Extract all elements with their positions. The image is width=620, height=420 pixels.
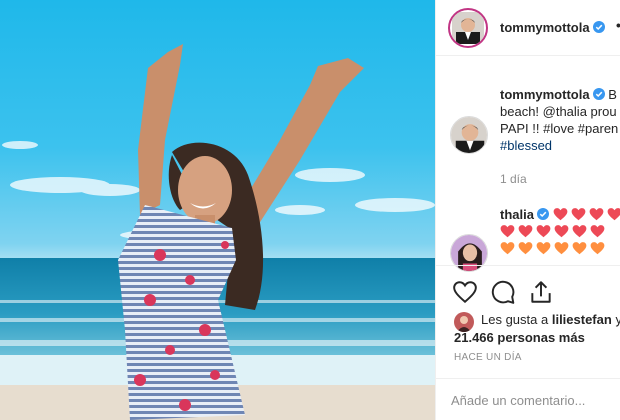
verified-badge-icon bbox=[592, 21, 605, 33]
add-comment-input[interactable] bbox=[451, 389, 620, 411]
caption-username[interactable]: tommymottola bbox=[500, 87, 590, 102]
heart-emoji-icon bbox=[500, 225, 515, 238]
caption-line-2: beach! @thalia prou bbox=[500, 104, 617, 119]
verified-badge-icon bbox=[536, 208, 549, 220]
post-photo[interactable] bbox=[0, 0, 435, 420]
caption-line-4[interactable]: #blessed bbox=[500, 138, 552, 153]
speech-bubble-icon[interactable] bbox=[490, 279, 516, 305]
reply-text: thalia bbox=[500, 206, 620, 257]
reply-username[interactable]: thalia bbox=[500, 207, 534, 222]
heart-emoji-icon bbox=[554, 242, 569, 255]
caption-line-3: PAPI !! #love #paren bbox=[500, 121, 619, 136]
more-separator: • bbox=[616, 17, 620, 33]
heart-emoji-icon bbox=[590, 225, 605, 238]
add-comment-area bbox=[436, 378, 620, 420]
post-side-panel: tommymottola • tommymottola B beach! @th… bbox=[435, 0, 620, 420]
caption-text: tommymottola B beach! @thalia prou PAPI … bbox=[500, 86, 618, 154]
author-username-text[interactable]: tommymottola bbox=[500, 20, 590, 35]
heart-emoji-icon bbox=[536, 225, 551, 238]
heart-emoji-icon bbox=[536, 242, 551, 255]
likes-section: Les gusta a liliestefan y 21.466 persona… bbox=[436, 308, 620, 348]
post-date: HACE UN DÍA bbox=[454, 352, 522, 363]
heart-emoji-icon bbox=[553, 208, 567, 221]
likes-count[interactable]: 21.466 personas más bbox=[454, 330, 585, 345]
heart-emoji-icon bbox=[572, 225, 587, 238]
caption-author-avatar[interactable] bbox=[450, 116, 488, 154]
heart-emoji-icon bbox=[571, 208, 585, 221]
heart-emoji-icon bbox=[500, 242, 515, 255]
heart-emoji-icon bbox=[590, 242, 605, 255]
heart-outline-icon[interactable] bbox=[452, 279, 478, 305]
heart-emoji-icon bbox=[607, 208, 620, 221]
caption-time-ago: 1 día bbox=[500, 172, 527, 186]
caption-line-1: B bbox=[608, 87, 617, 102]
liked-by-text: Les gusta a liliestefan y bbox=[481, 312, 620, 327]
liked-by-suffix: y bbox=[615, 312, 620, 327]
heart-emoji-icon bbox=[518, 242, 533, 255]
caption-comment: tommymottola B beach! @thalia prou PAPI … bbox=[436, 80, 620, 186]
liked-by-prefix: Les gusta a bbox=[481, 312, 549, 327]
share-upload-icon[interactable] bbox=[528, 279, 554, 305]
heart-emoji-row-1 bbox=[553, 206, 620, 223]
heart-emoji-row-3 bbox=[500, 240, 608, 257]
author-username[interactable]: tommymottola bbox=[500, 20, 605, 35]
author-avatar[interactable] bbox=[448, 8, 488, 48]
heart-emoji-icon bbox=[589, 208, 603, 221]
heart-emoji-icon bbox=[554, 225, 569, 238]
heart-emoji-row-2 bbox=[500, 223, 608, 240]
post-header: tommymottola • bbox=[436, 0, 620, 56]
liker-avatar[interactable] bbox=[454, 312, 474, 332]
beach-photo-illustration bbox=[0, 44, 435, 420]
heart-emoji-icon bbox=[572, 242, 587, 255]
heart-emoji-icon bbox=[518, 225, 533, 238]
verified-badge-icon bbox=[592, 88, 605, 100]
reply-comment: thalia bbox=[436, 200, 620, 272]
liked-by-user[interactable]: liliestefan bbox=[552, 312, 612, 327]
